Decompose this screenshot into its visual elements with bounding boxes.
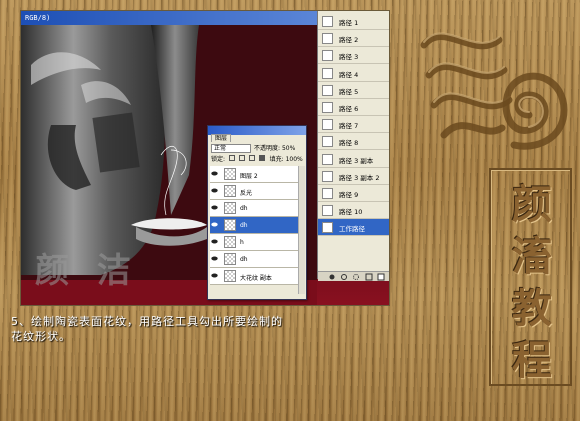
layer-name: 大花纹 副本 <box>240 275 272 282</box>
path-thumbnail <box>322 222 333 234</box>
path-name: 路径 4 <box>339 70 359 79</box>
path-name: 工作路径 <box>339 225 365 234</box>
layer-thumbnail <box>224 236 236 248</box>
title-char-2: 滀 <box>512 233 552 280</box>
visibility-eye-icon[interactable] <box>211 171 218 176</box>
path-row[interactable]: 路径 3 副本 <box>318 151 389 168</box>
caption-line-2: 花纹形状。 <box>11 330 71 343</box>
path-row[interactable]: 工作路径 <box>318 219 389 237</box>
layer-thumbnail <box>224 219 236 231</box>
fill-path-icon[interactable] <box>329 274 335 280</box>
path-name: 路径 3 <box>339 53 359 62</box>
title-char-3: 教 <box>512 285 552 332</box>
path-thumbnail <box>322 119 333 131</box>
path-thumbnail <box>322 188 333 199</box>
path-name: 路径 1 <box>339 19 359 27</box>
path-thumbnail <box>322 153 333 165</box>
layer-row[interactable]: h <box>210 234 298 251</box>
layer-row[interactable]: 图层 2 <box>210 166 298 183</box>
load-selection-icon[interactable] <box>353 274 359 280</box>
lock-position-icon[interactable] <box>248 155 255 161</box>
path-thumbnail <box>322 67 333 79</box>
layer-thumbnail <box>224 253 236 265</box>
path-thumbnail <box>322 136 333 148</box>
path-name: 路径 3 副本 2 <box>339 173 380 182</box>
path-thumbnail <box>322 84 333 96</box>
title-char-1: 颜 <box>512 181 552 228</box>
visibility-eye-icon[interactable] <box>211 205 218 210</box>
layer-name: dh <box>240 205 248 212</box>
lock-pixels-icon[interactable] <box>238 155 245 161</box>
layers-panel[interactable]: 图层 正常 不透明度: 50% 锁定: 填充: 100% 图层 2 反光 dh dh h… <box>207 125 307 300</box>
path-row[interactable]: 路径 4 <box>318 65 389 82</box>
tab-layers[interactable]: 图层 <box>211 134 232 142</box>
new-path-icon[interactable] <box>377 273 385 281</box>
visibility-eye-icon[interactable] <box>211 188 218 193</box>
path-thumbnail <box>322 33 333 45</box>
opacity-control[interactable]: 不透明度: 50% <box>254 144 295 153</box>
layer-thumbnail <box>224 202 236 214</box>
path-row[interactable]: 路径 9 <box>318 185 389 202</box>
paths-toolbar <box>318 271 389 281</box>
layer-thumbnail <box>224 168 236 180</box>
path-row[interactable]: 路径 7 <box>318 116 389 134</box>
visibility-eye-icon[interactable] <box>211 256 218 261</box>
visibility-eye-icon[interactable] <box>211 273 218 278</box>
layer-thumbnail <box>224 185 236 197</box>
path-name: 路径 2 <box>339 36 359 45</box>
photoshop-screenshot: RGB/8) 颜 洁 图层 正常 不透明度: 50% 锁定: 填充: 100% … <box>20 10 390 306</box>
layer-row[interactable]: 大花纹 副本 <box>210 268 298 285</box>
paths-panel[interactable]: 路径 1 路径 2 路径 3 路径 4 路径 5 路径 6 路径 7 路径 8 路径 3 副本路… <box>317 11 389 281</box>
path-name: 路径 8 <box>339 139 359 148</box>
layer-list: 图层 2 反光 dh dh h dh 大花纹 副本 <box>210 166 298 285</box>
visibility-eye-icon[interactable] <box>211 239 218 244</box>
path-thumbnail <box>322 50 333 62</box>
layer-row[interactable]: dh <box>210 251 298 268</box>
make-work-path-icon[interactable] <box>365 273 373 281</box>
path-row[interactable]: 路径 6 <box>318 99 389 116</box>
fill-value[interactable]: 100% <box>286 156 303 163</box>
opacity-value[interactable]: 50% <box>282 145 295 152</box>
fill-label: 填充: <box>269 156 284 163</box>
path-row[interactable]: 路径 3 <box>318 47 389 65</box>
layer-name: 反光 <box>240 190 253 197</box>
visibility-eye-icon[interactable] <box>211 222 218 227</box>
watermark-text: 颜 洁 <box>35 251 139 291</box>
caption-line-1: 5、绘制陶瓷表面花纹，用路径工具勾出所要绘制的 <box>11 315 283 328</box>
layer-name: dh <box>240 222 248 229</box>
layer-thumbnail <box>224 270 236 282</box>
lock-label: 锁定: <box>211 156 226 163</box>
path-name: 路径 9 <box>339 191 359 199</box>
path-row[interactable]: 路径 10 <box>318 202 389 220</box>
path-thumbnail <box>322 102 333 113</box>
opacity-label: 不透明度: <box>254 145 281 152</box>
layer-row[interactable]: dh <box>210 217 298 234</box>
title-char-4: 程 <box>512 337 552 384</box>
lock-row: 锁定: 填充: 100% <box>211 155 303 164</box>
layer-name: dh <box>240 256 248 263</box>
path-name: 路径 6 <box>339 105 359 113</box>
layer-name: h <box>240 239 244 246</box>
layer-row[interactable]: dh <box>210 200 298 217</box>
layers-scrollbar[interactable] <box>298 166 305 294</box>
lock-transparency-icon[interactable] <box>228 155 235 161</box>
layer-row[interactable]: 反光 <box>210 183 298 200</box>
path-row[interactable]: 路径 5 <box>318 82 389 99</box>
path-name: 路径 5 <box>339 87 359 96</box>
lock-all-icon[interactable] <box>258 155 265 161</box>
path-thumbnail <box>322 205 333 217</box>
path-row[interactable]: 路径 8 <box>318 133 389 151</box>
path-row[interactable]: 路径 3 副本 2 <box>318 168 389 185</box>
step-caption: 5、绘制陶瓷表面花纹，用路径工具勾出所要绘制的 花纹形状。 <box>11 314 391 344</box>
path-name: 路径 7 <box>339 122 359 131</box>
path-name: 路径 3 副本 <box>339 156 374 165</box>
path-thumbnail <box>322 16 333 27</box>
layer-name: 图层 2 <box>240 173 258 180</box>
path-row[interactable]: 路径 1 <box>318 13 389 30</box>
stroke-path-icon[interactable] <box>341 274 347 280</box>
path-thumbnail <box>322 170 333 182</box>
path-name: 路径 10 <box>339 208 363 217</box>
path-row[interactable]: 路径 2 <box>318 30 389 48</box>
blend-mode-select[interactable]: 正常 <box>211 144 251 153</box>
